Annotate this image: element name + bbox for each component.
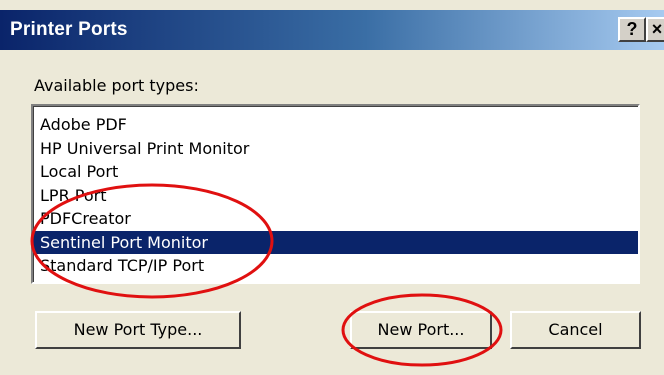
list-item-pdfcreator[interactable]: PDFCreator [33, 207, 638, 231]
list-item-hp-universal-print-monitor[interactable]: HP Universal Print Monitor [33, 137, 638, 161]
list-item-sentinel-port-monitor[interactable]: Sentinel Port Monitor [33, 230, 638, 254]
new-port-type-button[interactable]: New Port Type... [35, 311, 241, 349]
new-port-button[interactable]: New Port... [350, 311, 492, 349]
list-item-lpr-port[interactable]: LPR Port [33, 184, 638, 208]
available-port-types-label: Available port types: [34, 76, 199, 95]
list-item-adobe-pdf[interactable]: Adobe PDF [33, 113, 638, 137]
help-button[interactable]: ? [618, 17, 646, 42]
list-item-local-port[interactable]: Local Port [33, 160, 638, 184]
window-title: Printer Ports [10, 19, 128, 40]
printer-ports-dialog: Printer Ports ? × Available port types: … [0, 0, 664, 375]
port-types-listbox[interactable]: Adobe PDF HP Universal Print Monitor Loc… [31, 104, 640, 284]
title-bar[interactable]: Printer Ports ? × [0, 10, 664, 50]
close-button[interactable]: × [646, 17, 664, 42]
list-item-standard-tcp-ip-port[interactable]: Standard TCP/IP Port [33, 254, 638, 278]
cancel-button[interactable]: Cancel [510, 311, 641, 349]
